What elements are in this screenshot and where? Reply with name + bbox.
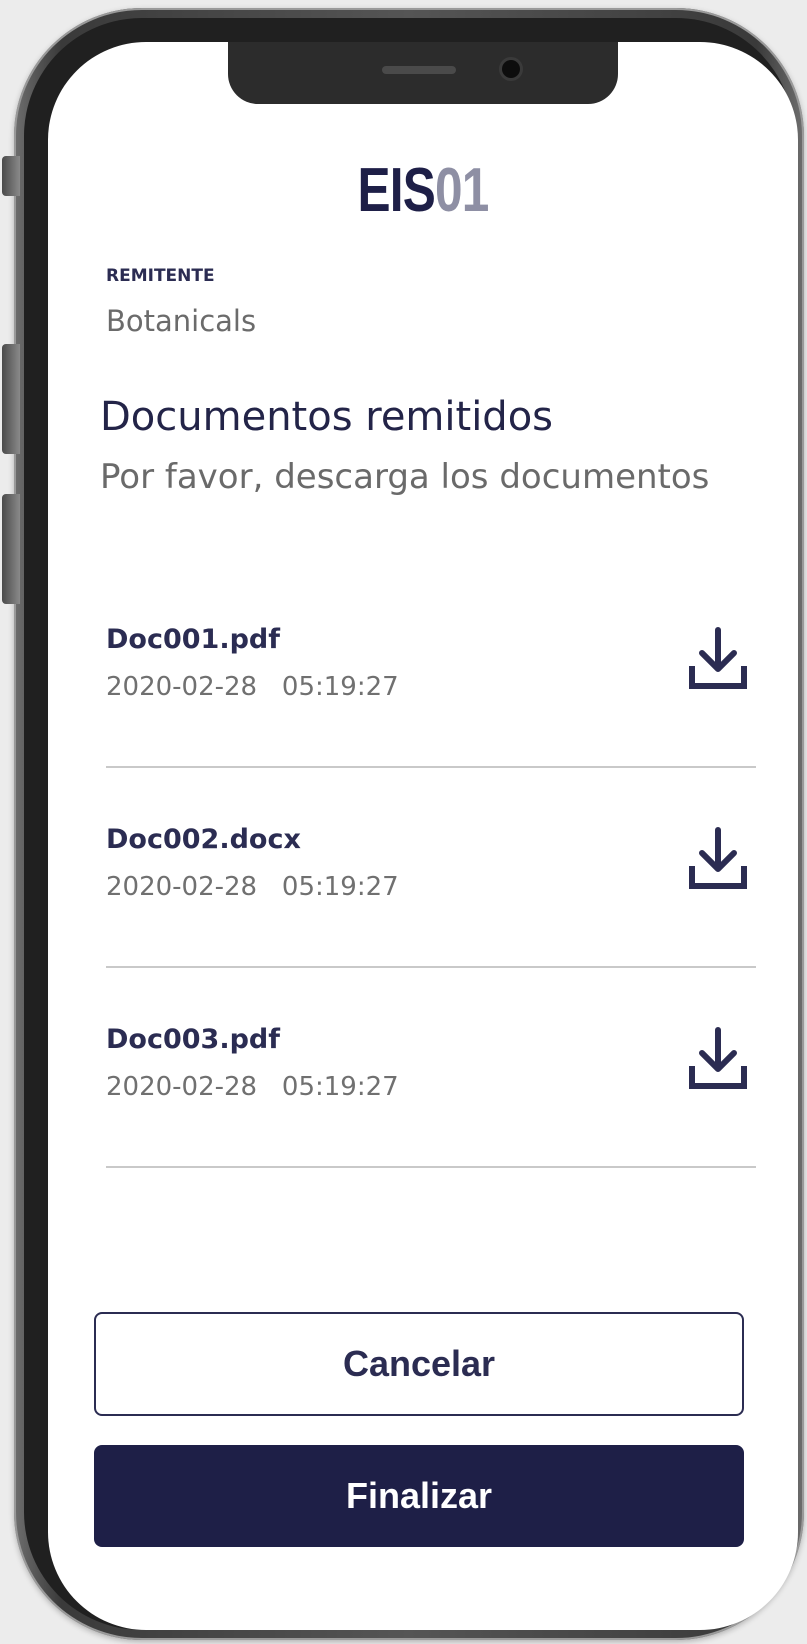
document-time: 05:19:27: [281, 1072, 399, 1102]
logo-text-primary: EIS: [357, 156, 435, 225]
document-item: Doc003.pdf 2020-02-28 05:19:27: [106, 968, 756, 1168]
document-name: Doc003.pdf: [106, 1024, 280, 1055]
speaker-grille: [382, 66, 456, 74]
logo-text-secondary: 01: [434, 156, 489, 225]
download-button[interactable]: [688, 1026, 748, 1092]
document-name: Doc002.docx: [106, 824, 301, 855]
document-name: Doc001.pdf: [106, 624, 280, 655]
download-button[interactable]: [688, 626, 748, 692]
document-item: Doc002.docx 2020-02-28 05:19:27: [106, 768, 756, 968]
sender-name: Botanicals: [106, 304, 257, 338]
download-icon: [689, 1027, 747, 1089]
document-item: Doc001.pdf 2020-02-28 05:19:27: [106, 568, 756, 768]
side-button: [2, 156, 20, 196]
document-timestamp: 2020-02-28 05:19:27: [106, 1072, 399, 1102]
finish-button[interactable]: Finalizar: [94, 1445, 744, 1547]
phone-screen: EIS01 REMITENTE Botanicals Documentos re…: [48, 42, 798, 1630]
volume-up-button: [2, 344, 20, 454]
download-icon: [689, 827, 747, 889]
volume-down-button: [2, 494, 20, 604]
document-date: 2020-02-28: [106, 1072, 258, 1102]
section-subtitle: Por favor, descarga los documentos: [100, 457, 710, 497]
cancel-button[interactable]: Cancelar: [94, 1312, 744, 1416]
section-title: Documentos remitidos: [100, 394, 554, 440]
document-list: Doc001.pdf 2020-02-28 05:19:27 Doc002.do…: [106, 568, 756, 1168]
document-time: 05:19:27: [281, 672, 399, 702]
sender-label: REMITENTE: [106, 266, 215, 286]
document-date: 2020-02-28: [106, 872, 258, 902]
document-time: 05:19:27: [281, 872, 399, 902]
document-timestamp: 2020-02-28 05:19:27: [106, 872, 399, 902]
document-date: 2020-02-28: [106, 672, 258, 702]
notch: [228, 42, 618, 104]
app-logo: EIS01: [123, 160, 723, 222]
front-camera: [502, 60, 520, 78]
download-button[interactable]: [688, 826, 748, 892]
document-timestamp: 2020-02-28 05:19:27: [106, 672, 399, 702]
download-icon: [689, 627, 747, 689]
